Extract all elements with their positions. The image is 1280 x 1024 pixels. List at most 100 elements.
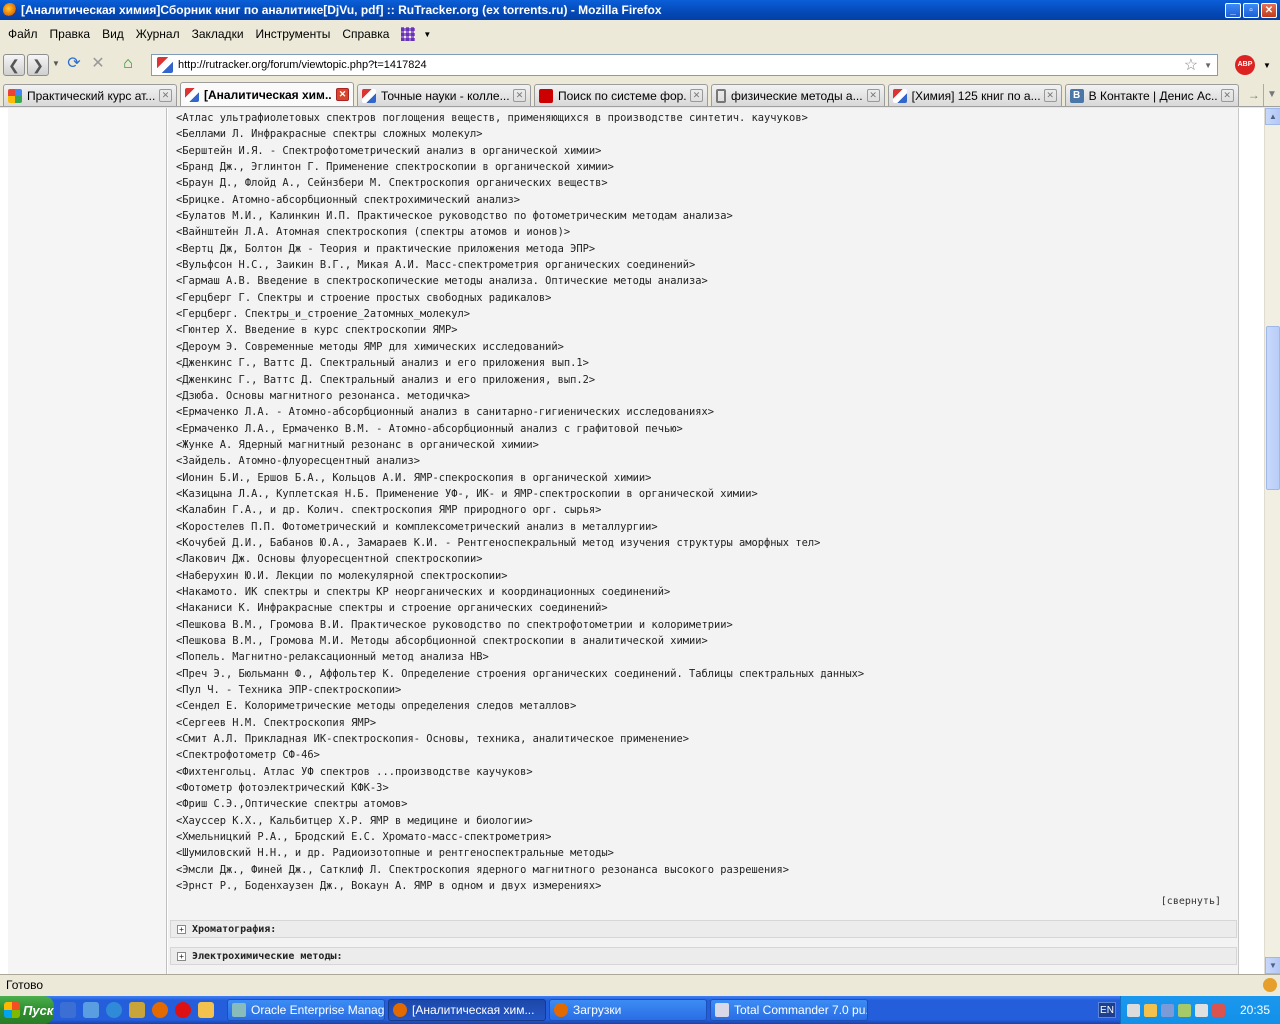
tray-volume-icon[interactable]: [1195, 1003, 1208, 1017]
close-icon[interactable]: ✕: [866, 89, 880, 102]
tab-6[interactable]: [Химия] 125 книг по а... ✕: [887, 84, 1062, 106]
opera-icon[interactable]: [175, 1002, 191, 1018]
tab-4[interactable]: Поиск по системе фор... ✕: [534, 84, 708, 106]
book-item: <Бранд Дж., Эглинтон Г. Применение спект…: [176, 161, 614, 174]
tab-3[interactable]: Точные науки - колле... ✕: [357, 84, 531, 106]
task-oracle[interactable]: Oracle Enterprise Manag...: [227, 999, 385, 1021]
firefox-icon[interactable]: [152, 1002, 168, 1018]
address-bar[interactable]: http://rutracker.org/forum/viewtopic.php…: [151, 54, 1218, 76]
url-text[interactable]: http://rutracker.org/forum/viewtopic.php…: [178, 59, 1184, 71]
close-icon[interactable]: ✕: [1220, 89, 1234, 102]
back-button[interactable]: ❮: [3, 54, 25, 76]
spoiler-chromatography[interactable]: + Хроматография:: [170, 920, 1237, 938]
tab-7[interactable]: B В Контакте | Денис Ас... ✕: [1064, 84, 1239, 106]
stop-button[interactable]: ✕: [87, 54, 109, 76]
status-text: Готово: [6, 977, 44, 992]
book-item: <Атлас ультрафиолетовых спектров поглоще…: [176, 112, 808, 124]
save-disk-icon[interactable]: [60, 1002, 76, 1018]
explorer-icon[interactable]: [83, 1002, 99, 1018]
menu-view[interactable]: Вид: [96, 27, 130, 41]
book-item: <Вайнштейн Л.А. Атомная спектроскопия (с…: [176, 226, 571, 239]
rutracker-icon: [362, 88, 376, 103]
arrow-left-icon: ❮: [8, 57, 20, 73]
tray-network-icon[interactable]: [1161, 1003, 1174, 1017]
tray-clock-icon[interactable]: [1144, 1003, 1157, 1017]
book-item: <Эмсли Дж., Финей Дж., Сатклиф Л. Спектр…: [176, 863, 790, 876]
chevron-down-icon[interactable]: ▼: [423, 30, 431, 39]
maximize-button[interactable]: ▫: [1243, 2, 1259, 18]
book-item: <Накамото. ИК спектры и спектры КР неорг…: [176, 585, 671, 598]
tab-5[interactable]: физические методы а... ✕: [711, 84, 885, 106]
close-icon[interactable]: ✕: [513, 89, 526, 102]
tab-label: В Контакте | Денис Ас...: [1088, 88, 1217, 103]
close-icon[interactable]: ✕: [159, 89, 172, 102]
book-item: <Булатов М.И., Калинкин И.П. Практическо…: [176, 210, 733, 223]
task-label: Oracle Enterprise Manag...: [251, 1003, 385, 1017]
menu-help[interactable]: Справка: [336, 27, 395, 41]
adblock-plus-icon[interactable]: ABP: [1235, 55, 1255, 75]
book-item: <Кочубей Д.И., Бабанов Ю.А., Замараев К.…: [176, 536, 821, 549]
close-icon[interactable]: ✕: [690, 89, 703, 102]
book-item: <Коростелев П.П. Фотометрический и компл…: [176, 520, 658, 533]
reload-button[interactable]: ⟳: [63, 54, 85, 76]
home-button[interactable]: ⌂: [117, 54, 139, 76]
tray-flag-icon[interactable]: [1127, 1003, 1140, 1017]
scroll-down-icon[interactable]: ▼: [1265, 957, 1280, 974]
minimize-button[interactable]: _: [1225, 2, 1241, 18]
tab-label: Поиск по системе фор...: [558, 88, 686, 103]
task-downloads[interactable]: Загрузки: [549, 999, 707, 1021]
scroll-up-icon[interactable]: ▲: [1265, 108, 1280, 125]
task-label: Загрузки: [573, 1003, 622, 1017]
menu-bookmarks[interactable]: Закладки: [186, 27, 250, 41]
vertical-scrollbar[interactable]: ▲ ▼: [1264, 108, 1280, 974]
spoiler-electrochemistry[interactable]: + Электрохимические методы:: [170, 947, 1237, 965]
book-item: <Спектрофотометр СФ-46>: [176, 749, 320, 762]
status-addon-icon[interactable]: [1263, 977, 1277, 992]
windows-logo-icon: [4, 1002, 20, 1018]
tab-strip: Практический курс ат... ✕ [Аналитическая…: [0, 82, 1280, 107]
book-item: <Хмельницкий Р.А., Бродский Е.С. Хромато…: [176, 831, 552, 844]
book-item: <Сергеев Н.М. Спектроскопия ЯМР>: [176, 716, 377, 729]
start-button[interactable]: Пуск: [0, 996, 54, 1024]
book-item: <Герцберг Г. Спектры и строение простых …: [176, 291, 552, 304]
menu-edit[interactable]: Правка: [44, 27, 97, 41]
tab-2[interactable]: [Аналитическая хим... ✕: [180, 82, 354, 106]
window-title: [Аналитическая химия]Сборник книг по ана…: [21, 3, 662, 17]
apps-grid-icon[interactable]: [401, 27, 416, 41]
close-button[interactable]: ✕: [1261, 2, 1277, 18]
collapse-spoiler-link[interactable]: [свернуть]: [1161, 896, 1221, 907]
start-label: Пуск: [23, 1002, 54, 1018]
tab-scroll-arrow-icon[interactable]: →: [1245, 84, 1263, 106]
tab-list-button[interactable]: ▼: [1262, 84, 1280, 106]
close-icon[interactable]: ✕: [1043, 89, 1057, 102]
spoiler-title: Хроматография:: [192, 923, 277, 935]
home-icon: ⌂: [123, 55, 133, 72]
bookmark-star-icon[interactable]: ☆: [1184, 55, 1198, 75]
rutracker-icon: [892, 88, 907, 103]
clock-icon[interactable]: [198, 1002, 214, 1018]
chevron-down-icon[interactable]: ▼: [1263, 61, 1271, 70]
task-firefox[interactable]: [Аналитическая хим...: [388, 999, 546, 1021]
menu-history[interactable]: Журнал: [130, 27, 186, 41]
ie-icon[interactable]: [106, 1002, 122, 1018]
tab-1[interactable]: Практический курс ат... ✕: [3, 84, 177, 106]
task-label: [Аналитическая хим...: [412, 1003, 535, 1017]
forward-button[interactable]: ❯: [27, 54, 49, 76]
app-icon[interactable]: [129, 1002, 145, 1018]
system-tray: 20:35: [1120, 996, 1280, 1024]
post-body: <Атлас ультрафиолетовых спектров поглоще…: [168, 108, 1239, 974]
menu-file[interactable]: Файл: [2, 27, 44, 41]
scrollbar-thumb[interactable]: [1266, 326, 1280, 490]
book-item: <Казицына Л.А., Куплетская Н.Б. Применен…: [176, 487, 758, 500]
language-indicator[interactable]: EN: [1098, 1002, 1116, 1018]
task-total-commander[interactable]: Total Commander 7.0 pu...: [710, 999, 868, 1021]
history-dropdown-button[interactable]: ▼: [51, 54, 61, 76]
close-icon[interactable]: ✕: [336, 88, 349, 101]
tray-antivirus-icon[interactable]: [1178, 1003, 1191, 1017]
book-item: <Пешкова В.М., Громова В.И. Практическое…: [176, 618, 733, 631]
menu-tools[interactable]: Инструменты: [250, 27, 337, 41]
chevron-down-icon[interactable]: ▼: [1204, 61, 1212, 70]
tab-label: [Химия] 125 книг по а...: [911, 88, 1040, 103]
menu-bar: Файл Правка Вид Журнал Закладки Инструме…: [0, 22, 1280, 46]
tray-alert-icon[interactable]: [1212, 1003, 1225, 1017]
